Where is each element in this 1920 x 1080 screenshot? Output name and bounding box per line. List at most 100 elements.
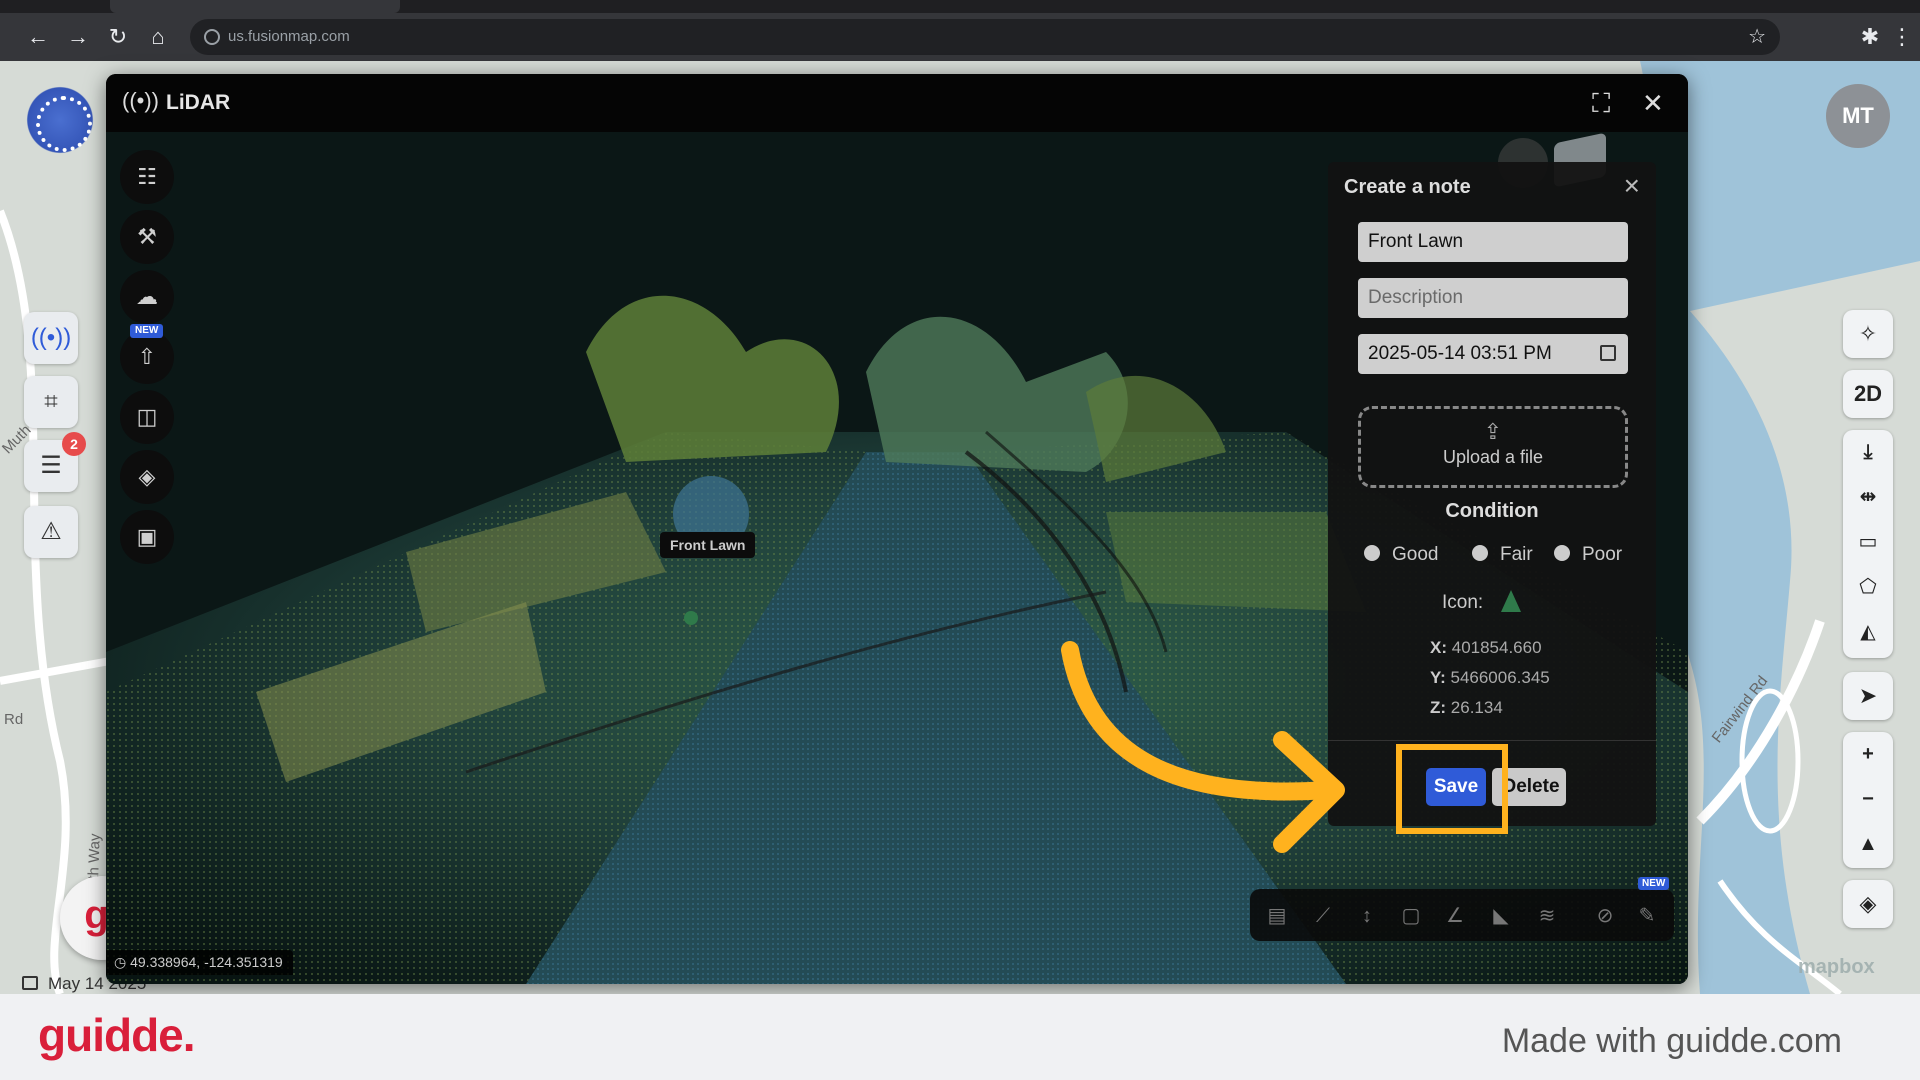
ruler-icon[interactable]: ▭ — [1843, 520, 1893, 565]
address-bar[interactable]: us.fusionmap.com ☆ — [190, 19, 1780, 55]
url-text: us.fusionmap.com — [228, 28, 350, 45]
z-coordinate: Z: 26.134 — [1430, 698, 1503, 718]
bookmark-star-icon[interactable]: ☆ — [1748, 24, 1766, 49]
view-2d-button[interactable]: 2D — [1843, 370, 1893, 418]
layers-icon[interactable]: ◈ — [120, 450, 174, 504]
upload-dropzone[interactable]: ⇪ Upload a file — [1358, 406, 1628, 488]
back-arrow-icon[interactable]: ← — [22, 21, 54, 53]
close-icon[interactable]: ✕ — [1642, 88, 1664, 119]
guidde-footer: guidde. Made with guidde.com — [0, 994, 1920, 1080]
scan-rail-button[interactable]: ⌗ — [24, 376, 78, 428]
zoom-in-icon[interactable]: + — [1843, 732, 1893, 777]
image-export-icon[interactable]: ▣ — [120, 510, 174, 564]
reload-icon[interactable]: ↻ — [102, 21, 134, 53]
edit-note-icon[interactable]: ✎ — [1632, 901, 1662, 931]
made-with-text[interactable]: Made with guidde.com — [1502, 1022, 1842, 1061]
browser-tabstrip — [0, 0, 1920, 13]
browser-menu-icon[interactable]: ⋮ — [1886, 21, 1918, 53]
navigation-arrow-icon: ➤ — [1858, 683, 1878, 708]
lidar-title: LiDAR — [166, 91, 231, 114]
extensions-icon[interactable]: ✱ — [1854, 21, 1886, 53]
ruler-icon[interactable]: ⟋ — [1308, 901, 1338, 931]
note-marker-label[interactable]: Front Lawn — [660, 532, 756, 558]
split-view-icon[interactable]: ⇹ — [1843, 475, 1893, 520]
browser-tab[interactable] — [110, 0, 400, 13]
mapbox-logo: mapbox — [1798, 956, 1875, 978]
radio-dot[interactable] — [1554, 545, 1570, 561]
hide-icon[interactable]: ⊘ — [1590, 901, 1620, 931]
wrench-icon[interactable]: ⚒ — [120, 210, 174, 264]
notes-count-badge: 2 — [62, 432, 86, 456]
radio-label: Fair — [1500, 544, 1533, 565]
calendar-icon — [22, 976, 38, 990]
basemap-layers-button[interactable]: ◈ — [1843, 880, 1893, 928]
condition-fair-radio[interactable]: Fair — [1472, 544, 1533, 566]
angle-icon[interactable]: ∠ — [1440, 901, 1470, 931]
signal-icon: ((•)) — [122, 88, 160, 113]
measure-toolbar: ▤ ⟋ ↕ ▢ ∠ ◣ ≋ ⊘ ✎ NEW — [1250, 877, 1674, 941]
radio-label: Good — [1392, 544, 1439, 565]
lidar-header: ((•)) LiDAR ⛶ ✕ — [106, 74, 1688, 132]
cloud-download-icon[interactable]: ☁ — [120, 270, 174, 324]
lidar-rail-button[interactable]: ((•)) — [24, 312, 78, 364]
new-pill: NEW — [1638, 877, 1670, 890]
cube-icon[interactable]: ◫ — [120, 390, 174, 444]
highlight-box — [1396, 744, 1508, 834]
app-logo[interactable] — [22, 82, 98, 158]
y-label: Y: — [1430, 668, 1446, 687]
radio-dot[interactable] — [1364, 545, 1380, 561]
height-icon[interactable]: ↕ — [1352, 901, 1382, 931]
zoom-out-icon[interactable]: − — [1843, 777, 1893, 822]
settings-sliders-icon[interactable]: ☷ — [120, 150, 174, 204]
datetime-value: 2025-05-14 03:51 PM — [1368, 343, 1552, 364]
lidar-toolbar: ☷ ⚒ ☁ NEW ⇧ ◫ ◈ ▣ — [120, 150, 174, 570]
condition-poor-radio[interactable]: Poor — [1554, 544, 1622, 566]
profile-icon[interactable]: ◣ — [1486, 901, 1516, 931]
forward-arrow-icon[interactable]: → — [62, 21, 94, 53]
create-note-panel: Create a note × Front Lawn Description 2… — [1328, 162, 1656, 826]
download-icon[interactable]: ⤓ — [1843, 430, 1893, 475]
note-title-input[interactable]: Front Lawn — [1358, 222, 1628, 262]
alerts-rail-button[interactable]: ⚠ — [24, 506, 78, 558]
zoom-controls: + − ▲ — [1843, 732, 1893, 868]
fullscreen-icon[interactable]: ⛶ — [1592, 88, 1610, 120]
icon-picker: Icon: — [1442, 590, 1522, 614]
upload-icon[interactable]: NEW ⇧ — [120, 324, 174, 384]
z-label: Z: — [1430, 698, 1447, 717]
map-label-rd: Rd — [4, 711, 24, 728]
user-avatar[interactable]: MT — [1826, 84, 1890, 148]
tree-icon[interactable] — [1501, 590, 1522, 612]
home-icon[interactable]: ⌂ — [142, 21, 174, 53]
icon-label: Icon: — [1442, 592, 1484, 613]
site-info-icon[interactable] — [204, 29, 220, 45]
x-value: 401854.660 — [1451, 638, 1542, 657]
close-icon[interactable]: × — [1624, 170, 1640, 202]
lidar-viewer: ((•)) LiDAR ⛶ ✕ ☷ ⚒ ☁ NEW ⇧ ◫ ◈ ▣ Front … — [106, 74, 1688, 984]
x-label: X: — [1430, 638, 1447, 657]
z-value: 26.134 — [1450, 698, 1503, 717]
notes-icon: ☰ — [40, 452, 62, 479]
calendar-icon[interactable] — [1600, 345, 1616, 361]
condition-good-radio[interactable]: Good — [1364, 544, 1438, 566]
warning-icon: ⚠ — [40, 518, 62, 545]
scan-icon: ⌗ — [44, 388, 58, 415]
datetime-input[interactable]: 2025-05-14 03:51 PM — [1358, 334, 1628, 374]
tutorial-arrow — [1061, 641, 1345, 853]
volume-icon[interactable]: ≋ — [1532, 901, 1562, 931]
area-icon[interactable]: ▢ — [1396, 901, 1426, 931]
divider — [1328, 740, 1656, 741]
comment-icon[interactable]: ▤ — [1262, 901, 1292, 931]
y-value: 5466006.345 — [1450, 668, 1550, 687]
polygon-icon[interactable]: ⬠ — [1843, 565, 1893, 610]
radio-dot[interactable] — [1472, 545, 1488, 561]
new-pill: NEW — [130, 324, 164, 338]
compass-icon[interactable]: ▲ — [1843, 822, 1893, 867]
x-coordinate: X: 401854.660 — [1430, 638, 1542, 658]
upload-label: Upload a file — [1442, 447, 1544, 467]
elevation-icon[interactable]: ◭ — [1843, 610, 1893, 655]
description-input[interactable]: Description — [1358, 278, 1628, 318]
coordinates-text: 49.338964, -124.351319 — [130, 954, 283, 970]
locate-button[interactable]: ➤ — [1843, 672, 1893, 720]
add-layer-button[interactable]: ✧ — [1843, 310, 1893, 358]
guidde-logo[interactable]: guidde. — [38, 1008, 196, 1062]
